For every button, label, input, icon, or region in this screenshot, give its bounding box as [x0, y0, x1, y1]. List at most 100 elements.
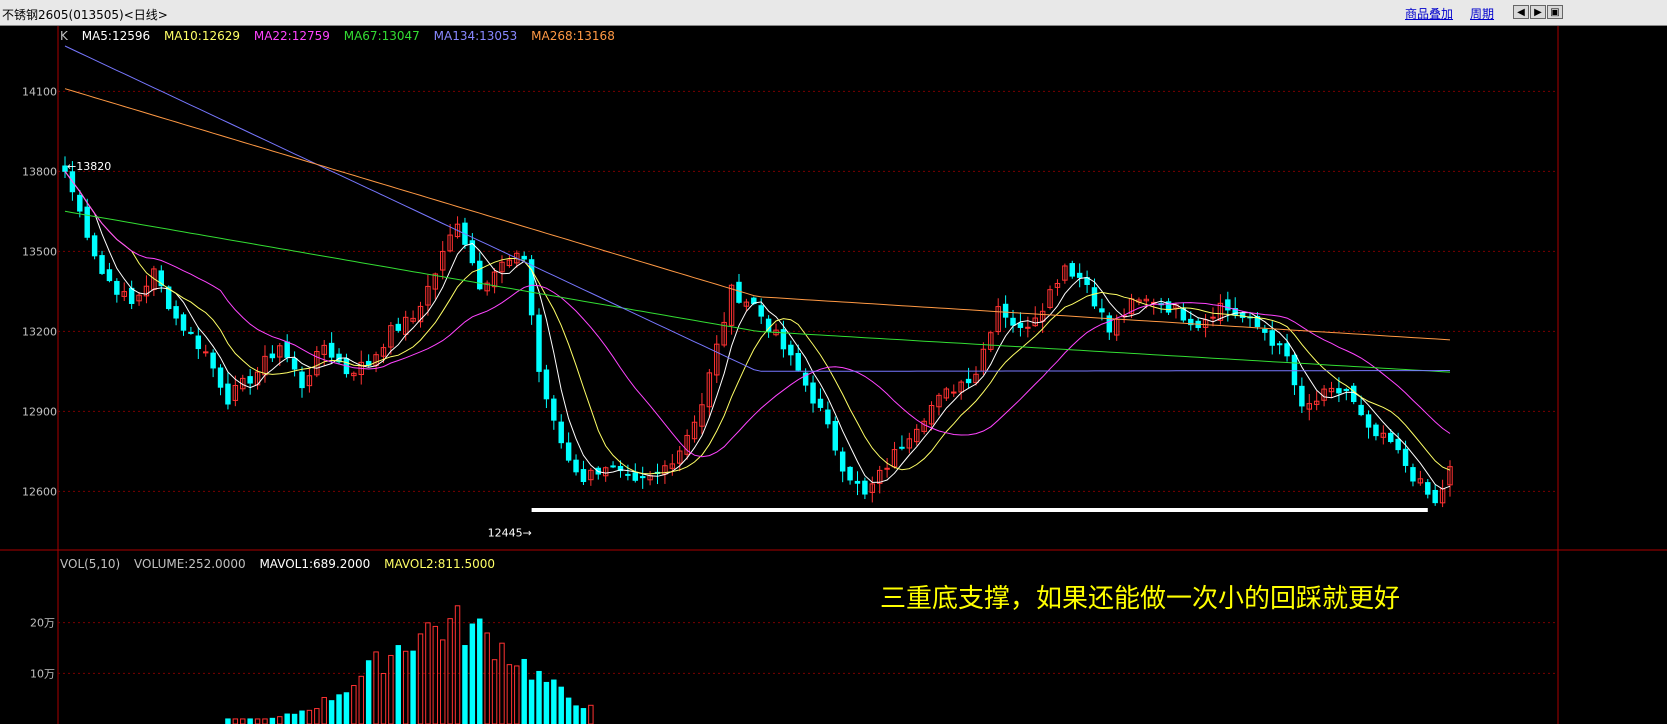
- volume-bar: [247, 718, 253, 724]
- candle-body: [99, 255, 105, 274]
- candle-body: [854, 480, 861, 484]
- volume-bar: [514, 665, 520, 724]
- high-marker: ←13820: [67, 160, 111, 173]
- candle-body: [580, 469, 587, 483]
- low-marker: 12445→: [488, 527, 532, 540]
- price-tick-label: 12600: [22, 485, 57, 498]
- candle-body: [1358, 404, 1364, 416]
- volume-bar: [351, 685, 357, 724]
- volume-bar: [240, 718, 246, 724]
- volume-bar: [306, 709, 313, 724]
- candle-body: [195, 335, 202, 350]
- zoom-icon[interactable]: ▣: [1547, 5, 1563, 19]
- candle-body: [573, 459, 579, 473]
- prev-icon[interactable]: ◀: [1513, 5, 1529, 19]
- candle-body: [1365, 414, 1372, 428]
- volume-bar: [328, 700, 335, 724]
- next-icon[interactable]: ▶: [1530, 5, 1546, 19]
- volume-bar: [402, 650, 409, 724]
- legend-ma5: MA5:12596: [81, 29, 151, 43]
- candle-body: [210, 352, 216, 369]
- candle-body: [1099, 308, 1105, 313]
- candle-body: [269, 353, 276, 359]
- volume-bar: [477, 618, 483, 724]
- volume-bar: [321, 696, 327, 724]
- candle-body: [106, 269, 113, 282]
- candle-body: [1410, 467, 1416, 482]
- candle-body: [91, 235, 98, 257]
- candle-body: [1388, 432, 1394, 443]
- candle-body: [1025, 326, 1031, 329]
- volume-bar: [580, 708, 587, 724]
- volume-bar: [447, 618, 453, 724]
- volume-bar: [454, 605, 461, 724]
- candle-body: [899, 446, 905, 449]
- candle-body: [1425, 482, 1431, 495]
- volume-bar: [388, 654, 394, 724]
- candle-body: [291, 358, 298, 370]
- candle-body: [1336, 388, 1342, 394]
- volume-bar: [291, 713, 298, 724]
- price-tick-label: 13200: [22, 325, 57, 338]
- legend-ma67: MA67:13047: [343, 29, 420, 43]
- candle-body: [299, 371, 305, 389]
- volume-bar: [521, 658, 527, 724]
- candle-body: [551, 398, 557, 421]
- candle-body: [1262, 328, 1268, 333]
- candle-body: [788, 344, 794, 356]
- volume-legend: VOL(5,10) VOLUME:252.0000 MAVOL1:689.200…: [60, 557, 505, 571]
- candle-body: [203, 351, 209, 354]
- volume-bar: [262, 718, 268, 724]
- candle-body: [521, 255, 527, 260]
- candle-body: [639, 476, 646, 479]
- candle-body: [1091, 287, 1098, 307]
- candle-body: [965, 378, 972, 384]
- candle-body: [825, 409, 831, 425]
- volume-bar: [336, 694, 342, 724]
- candle-body: [1291, 354, 1298, 386]
- candle-body: [1432, 489, 1438, 504]
- volume-bar: [573, 705, 579, 724]
- candle-body: [1276, 343, 1283, 346]
- candle-body: [477, 260, 483, 290]
- volume-bar: [588, 704, 594, 724]
- candle-body: [1373, 424, 1379, 437]
- volume-bar: [432, 625, 439, 724]
- volume-bar: [373, 651, 379, 724]
- candle-body: [1269, 330, 1275, 346]
- candle-body: [1210, 316, 1216, 319]
- candlestick-chart[interactable]: 12600 12900 13200 13500 13800 14100 10万 20万 ←138…: [0, 26, 1667, 724]
- volume-bar: [440, 639, 446, 724]
- volume-bar: [484, 632, 490, 724]
- legend-k: K: [60, 29, 68, 43]
- title-bar: 不锈钢2605(013505)<日线> 商品叠加 周期 ◀ ▶ ▣: [0, 0, 1667, 26]
- volume-bar: [417, 633, 424, 724]
- volume-bar: [358, 675, 364, 724]
- volume-bar: [543, 681, 550, 724]
- candle-body: [328, 342, 335, 358]
- volume-bar: [284, 713, 290, 724]
- candle-body: [247, 376, 253, 384]
- candle-body: [1299, 385, 1305, 407]
- candle-body: [1076, 272, 1083, 278]
- volume-bar: [558, 686, 564, 724]
- volume-bar: [491, 659, 498, 724]
- candle-body: [610, 465, 616, 468]
- volume-bar: [462, 645, 468, 724]
- candle-body: [395, 323, 402, 331]
- overlay-button[interactable]: 商品叠加: [1405, 5, 1453, 22]
- candle-body: [1239, 312, 1246, 318]
- volume-bar: [299, 710, 305, 724]
- candle-body: [1017, 322, 1024, 328]
- price-tick-label: 14100: [22, 85, 57, 98]
- period-button[interactable]: 周期: [1470, 5, 1494, 22]
- candle-body: [1395, 438, 1401, 451]
- legend-mavol1: MAVOL1:689.2000: [259, 557, 371, 571]
- volume-bar: [365, 660, 372, 724]
- candle-body: [558, 421, 564, 444]
- volume-bar: [528, 679, 535, 724]
- volume-bar: [254, 718, 261, 724]
- price-tick-label: 12900: [22, 405, 57, 418]
- candle-body: [795, 352, 801, 371]
- candle-body: [217, 367, 224, 388]
